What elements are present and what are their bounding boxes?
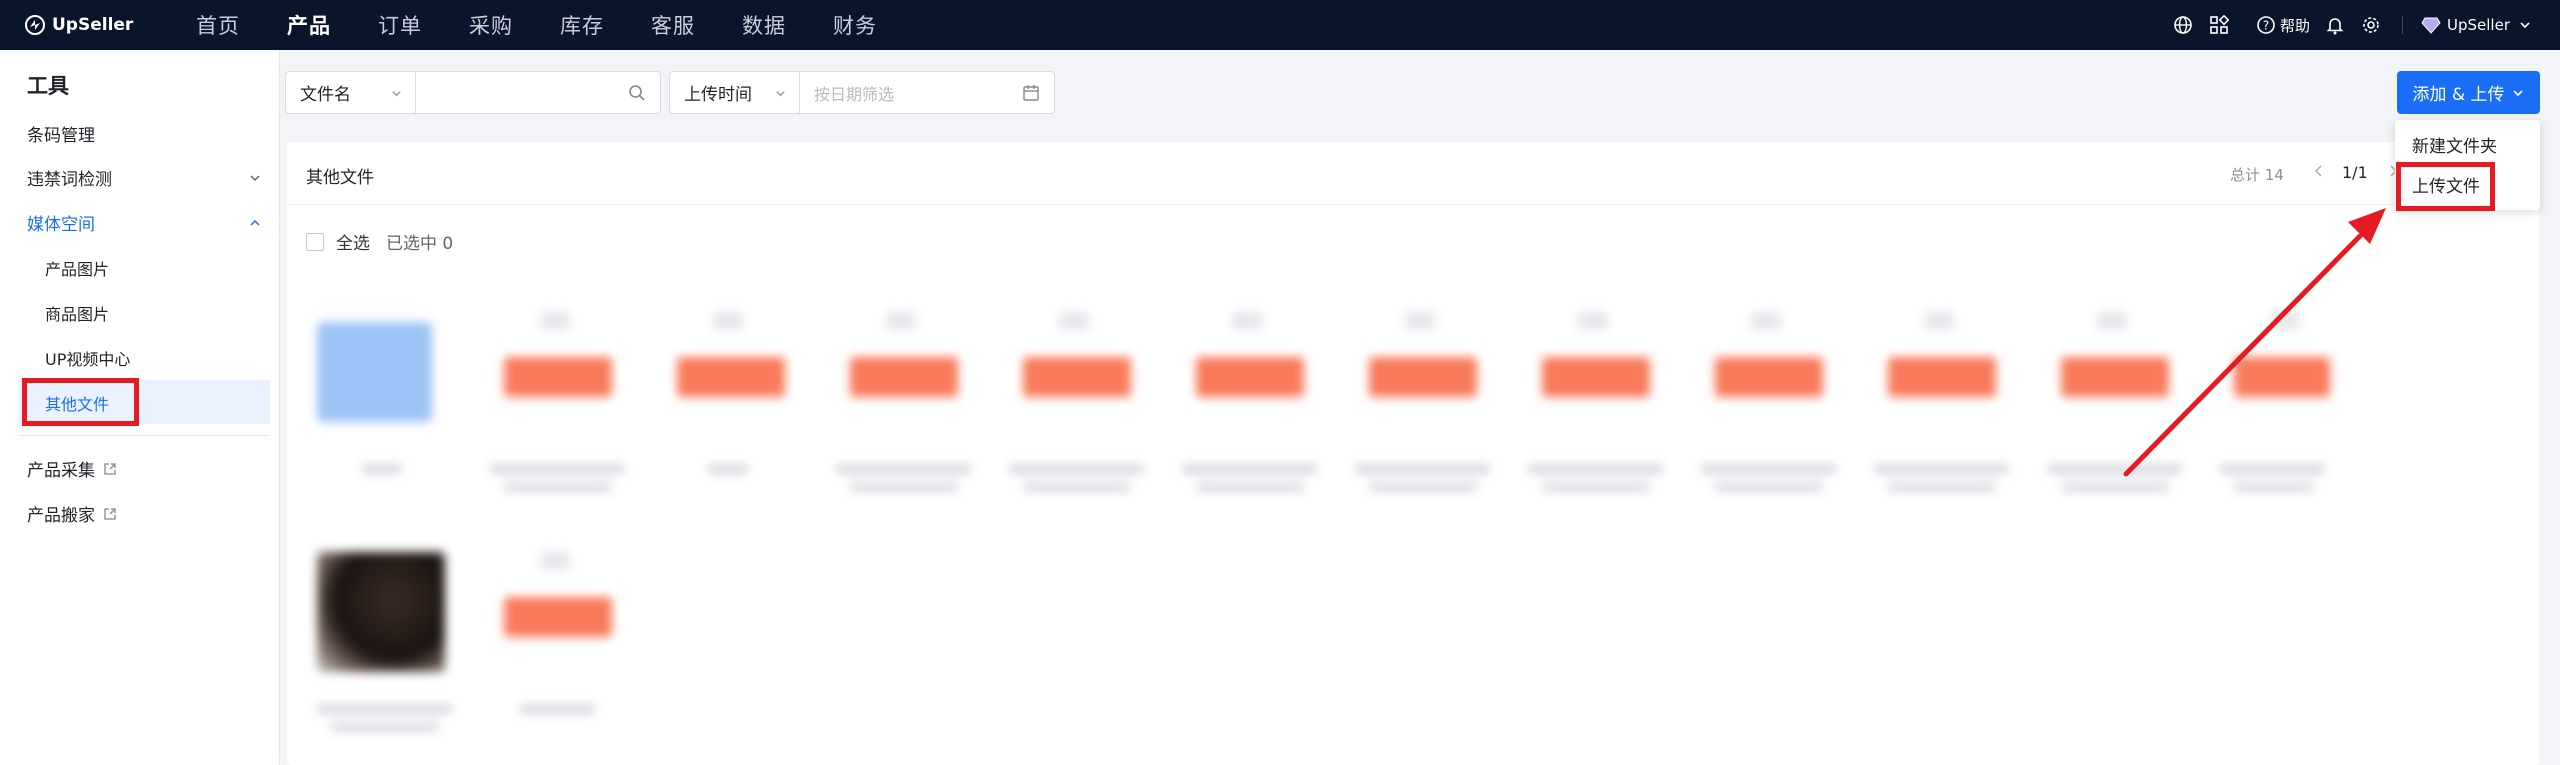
annotation-arrow xyxy=(2123,208,2386,477)
